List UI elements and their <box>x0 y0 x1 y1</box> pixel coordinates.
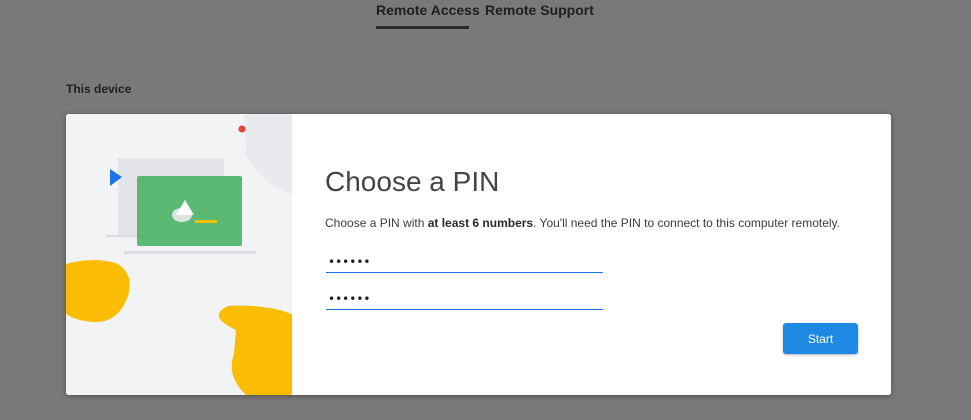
tab-remote-access[interactable]: Remote Access <box>376 2 480 18</box>
dialog-illustration <box>66 114 292 395</box>
dialog-content: Choose a PIN Choose a PIN with at least … <box>292 114 891 395</box>
tab-remote-support[interactable]: Remote Support <box>485 2 594 18</box>
choose-pin-dialog: Choose a PIN Choose a PIN with at least … <box>66 114 891 395</box>
active-tab-indicator <box>376 26 469 29</box>
section-heading: This device <box>66 82 132 96</box>
dialog-title: Choose a PIN <box>325 166 500 197</box>
dialog-description: Choose a PIN with at least 6 numbers. Yo… <box>325 216 840 230</box>
laptop-base <box>124 251 256 254</box>
pin-input[interactable] <box>326 252 603 273</box>
description-suffix: . You'll need the PIN to connect to this… <box>533 216 841 230</box>
pin-confirm-input[interactable] <box>326 289 603 310</box>
start-button[interactable]: Start <box>783 323 858 354</box>
description-prefix: Choose a PIN with <box>325 216 428 230</box>
description-bold: at least 6 numbers <box>427 216 534 230</box>
top-tabs: Remote Access Remote Support <box>0 0 971 32</box>
red-dot-decoration <box>238 125 246 133</box>
laptop-illustration <box>66 114 292 395</box>
